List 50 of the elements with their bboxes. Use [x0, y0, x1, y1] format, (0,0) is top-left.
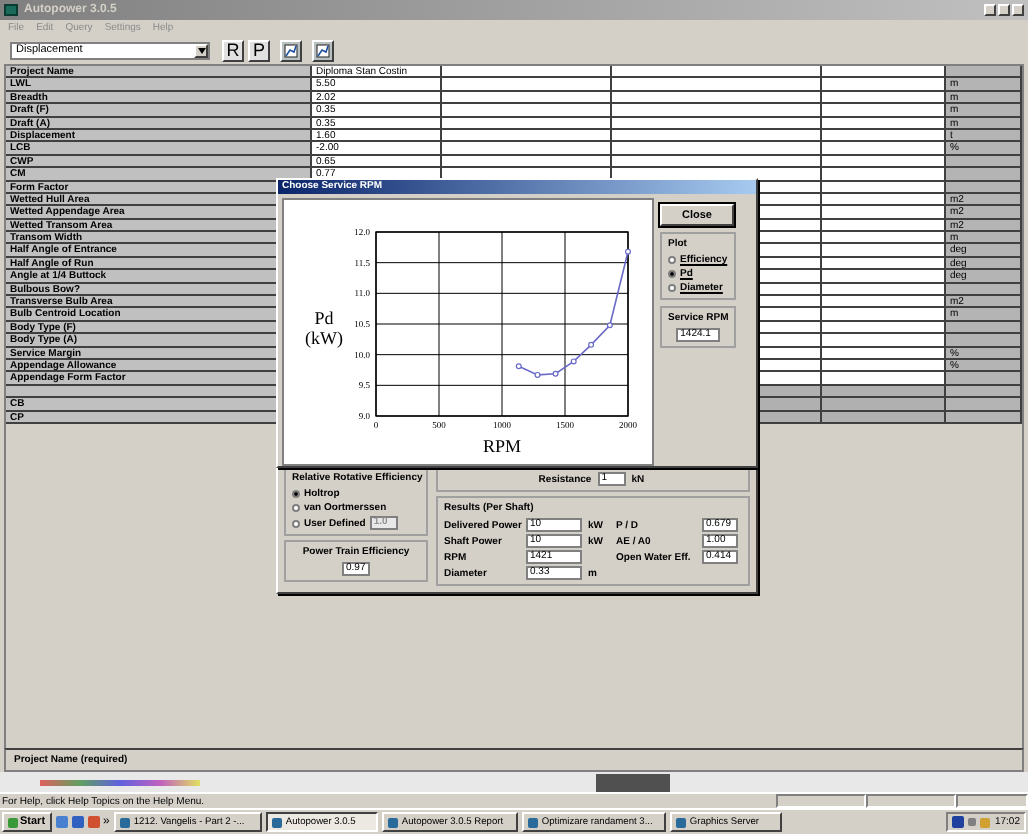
chart-icon — [284, 43, 298, 57]
table-cell[interactable] — [822, 334, 946, 348]
data-point — [515, 363, 522, 370]
table-cell[interactable] — [822, 232, 946, 245]
data-point — [588, 341, 595, 348]
data-point — [625, 248, 631, 255]
table-cell[interactable] — [822, 66, 946, 79]
toolbar-button[interactable] — [312, 39, 334, 61]
radio-button[interactable] — [668, 256, 676, 264]
table-cell[interactable] — [822, 104, 946, 118]
table-cell[interactable] — [822, 168, 946, 182]
data-point — [606, 322, 613, 329]
table-cell[interactable] — [822, 206, 946, 220]
axis-label: RPM — [483, 436, 521, 456]
table-cell[interactable] — [612, 66, 822, 79]
table-cell[interactable] — [822, 244, 946, 258]
table-cell[interactable] — [822, 296, 946, 309]
data-line — [517, 250, 629, 376]
toolbar-button[interactable]: P — [248, 39, 270, 61]
radio-button[interactable] — [292, 519, 300, 527]
table-cell[interactable] — [822, 78, 946, 92]
radio-button[interactable] — [668, 270, 676, 278]
data-point — [534, 371, 541, 378]
table-cell[interactable] — [442, 66, 612, 79]
table-cell[interactable] — [822, 398, 946, 412]
radio-button[interactable] — [668, 284, 676, 292]
table-cell[interactable] — [612, 78, 822, 92]
app-icon — [4, 4, 18, 16]
table-cell[interactable] — [822, 270, 946, 284]
chart-icon — [316, 43, 330, 57]
dropdown-arrow-icon[interactable] — [194, 43, 208, 57]
data-point — [552, 370, 559, 377]
table-cell[interactable] — [612, 104, 822, 118]
radio-button[interactable] — [292, 504, 300, 512]
table-cell[interactable] — [822, 142, 946, 156]
table-cell[interactable] — [442, 142, 612, 156]
toolbar-button[interactable]: R — [222, 39, 244, 61]
toolbar-button[interactable] — [280, 39, 302, 61]
data-point — [570, 358, 577, 365]
unit-cell — [946, 66, 1022, 79]
close-button[interactable] — [1012, 4, 1024, 16]
maximize-button[interactable] — [998, 4, 1010, 16]
table-cell[interactable] — [442, 104, 612, 118]
table-cell[interactable] — [612, 142, 822, 156]
table-cell[interactable] — [822, 372, 946, 386]
table-cell[interactable] — [442, 78, 612, 92]
table-cell[interactable] — [822, 308, 946, 322]
minimize-button[interactable] — [984, 4, 996, 16]
desktop-window — [596, 773, 670, 791]
radio-button[interactable] — [292, 490, 300, 498]
